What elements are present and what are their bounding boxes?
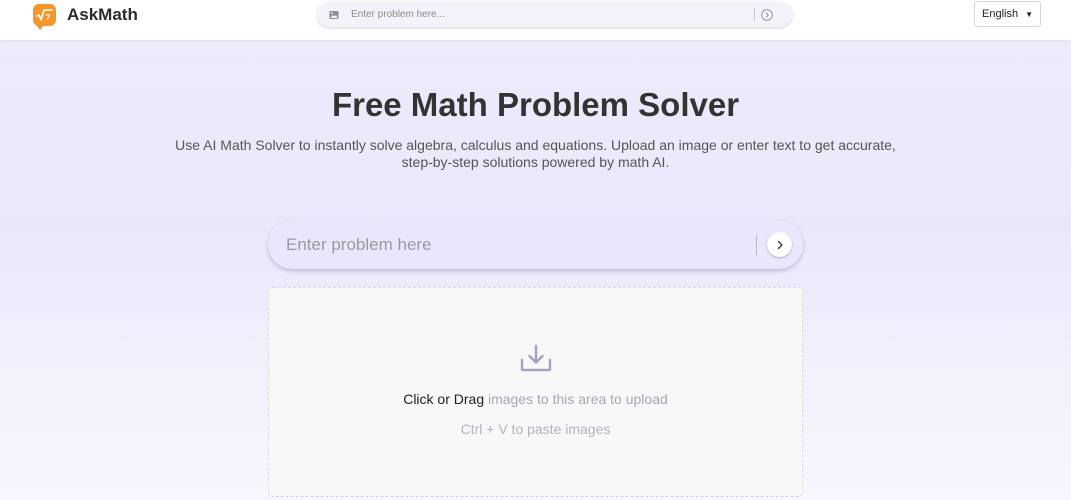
main-search-bar [268,220,803,269]
image-upload-icon[interactable] [329,10,339,20]
page-subtitle: Use AI Math Solver to instantly solve al… [175,137,896,170]
upload-instruction: Click or Drag images to this area to upl… [269,391,802,407]
brand-logo[interactable]: ? AskMath [33,4,138,30]
search-divider [756,234,757,255]
top-header: ? AskMath English ▼ [0,0,1071,40]
language-label: English [982,8,1019,20]
svg-text:?: ? [46,13,51,22]
language-select[interactable]: English ▼ [974,1,1041,27]
upload-instruction-rest: images to this area to upload [484,391,668,407]
click-drag-text: Click or Drag [403,391,485,407]
arrow-right-circle-icon[interactable] [761,8,773,21]
image-upload-dropzone[interactable]: Click or Drag images to this area to upl… [268,287,803,497]
download-tray-icon [520,344,552,372]
square-root-question-icon: ? [33,4,56,30]
caret-down-icon: ▼ [1025,9,1033,19]
header-search-input[interactable] [351,4,746,25]
submit-button[interactable] [767,232,792,257]
paste-hint: Ctrl + V to paste images [460,421,611,437]
page-title: Free Math Problem Solver [331,86,740,123]
brand-name: AskMath [67,5,138,24]
search-divider [754,8,755,21]
problem-input[interactable] [286,229,748,260]
header-search-bar [317,2,792,27]
chevron-right-icon [777,240,783,249]
